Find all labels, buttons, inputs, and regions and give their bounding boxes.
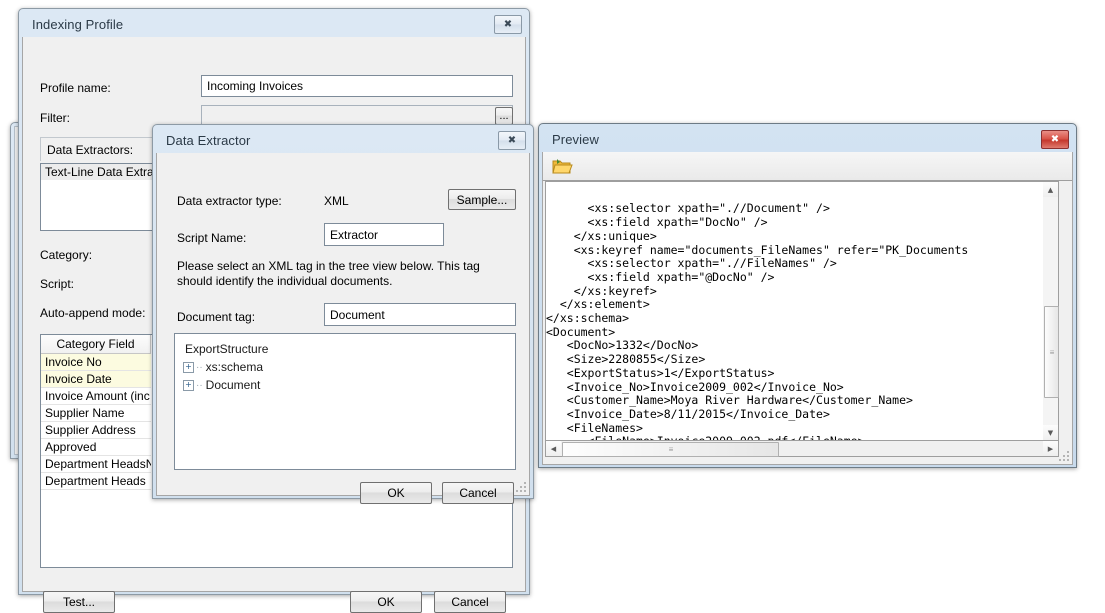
- table-row[interactable]: Invoice Date: [41, 371, 151, 388]
- xml-line: <ExportStatus>1</ExportStatus>: [546, 367, 1044, 381]
- xml-line: <Customer_Name>Moya River Hardware</Cust…: [546, 394, 1044, 408]
- indexing-profile-title: Indexing Profile: [32, 17, 123, 32]
- xml-line: <Document>: [546, 326, 1044, 340]
- profile-name-input[interactable]: Incoming Invoices: [201, 75, 513, 97]
- vertical-scrollbar[interactable]: ▲ ≡ ▼: [1043, 181, 1059, 440]
- tree-node-root[interactable]: ExportStructure: [183, 340, 515, 358]
- scroll-up-icon[interactable]: ▲: [1043, 182, 1058, 197]
- xml-line: </xs:schema>: [546, 312, 1044, 326]
- xml-line: <xs:keyref name="documents_FileNames" re…: [546, 244, 1044, 258]
- ok-button[interactable]: OK: [360, 482, 432, 504]
- scroll-down-icon[interactable]: ▼: [1043, 425, 1058, 440]
- table-row[interactable]: Supplier Address: [41, 422, 151, 439]
- xml-line: </xs:element>: [546, 298, 1044, 312]
- xml-line: </xs:unique>: [546, 230, 1044, 244]
- close-icon[interactable]: ✖: [1041, 130, 1069, 149]
- xml-line: <Invoice_Date>8/11/2015</Invoice_Date>: [546, 408, 1044, 422]
- xml-line: <FileNames>: [546, 422, 1044, 436]
- xml-line: <xs:field xpath="@DocNo" />: [546, 271, 1044, 285]
- expand-icon[interactable]: +: [183, 362, 194, 373]
- preview-client: <xs:selector xpath=".//Document" /> <xs:…: [542, 152, 1073, 465]
- test-button[interactable]: Test...: [43, 591, 115, 613]
- grid-column-header[interactable]: Category Field: [41, 335, 151, 354]
- table-row[interactable]: Approved: [41, 439, 151, 456]
- data-extractor-titlebar[interactable]: Data Extractor ✖: [156, 128, 530, 153]
- xml-line: <Size>2280855</Size>: [546, 353, 1044, 367]
- preview-title: Preview: [552, 132, 599, 147]
- resize-grip-icon[interactable]: [1058, 450, 1070, 462]
- cancel-button[interactable]: Cancel: [442, 482, 514, 504]
- preview-toolbar[interactable]: [543, 152, 1072, 181]
- horizontal-scrollbar[interactable]: ◀ ≡ ▶: [545, 440, 1059, 457]
- xml-line: </xs:keyref>: [546, 285, 1044, 299]
- table-row[interactable]: Department HeadsN: [41, 456, 151, 473]
- tree-node-label: Document: [206, 378, 261, 392]
- table-row[interactable]: Invoice Amount (inc: [41, 388, 151, 405]
- xml-line: <DocNo>1332</DocNo>: [546, 339, 1044, 353]
- data-extractors-label: Data Extractors:: [47, 143, 133, 157]
- ok-button[interactable]: OK: [350, 591, 422, 613]
- data-extractor-title: Data Extractor: [166, 133, 250, 148]
- close-icon[interactable]: ✖: [498, 131, 526, 150]
- horizontal-scroll-thumb[interactable]: ≡: [562, 442, 779, 457]
- tree-node-label: ExportStructure: [185, 342, 268, 356]
- scroll-left-icon[interactable]: ◀: [546, 441, 561, 456]
- category-label: Category:: [40, 248, 92, 262]
- data-extractor-window[interactable]: Data Extractor ✖ Data extractor type: XM…: [152, 124, 534, 499]
- document-tag-label: Document tag:: [177, 310, 255, 324]
- expand-icon[interactable]: +: [183, 380, 194, 391]
- cancel-button[interactable]: Cancel: [434, 591, 506, 613]
- data-extractor-type-label: Data extractor type:: [177, 194, 282, 208]
- script-name-input[interactable]: Extractor: [324, 223, 444, 246]
- resize-grip-icon[interactable]: [515, 481, 527, 493]
- tree-node-document[interactable]: + ·· Document: [183, 376, 515, 394]
- scroll-right-icon[interactable]: ▶: [1043, 441, 1058, 456]
- close-icon[interactable]: ✖: [494, 15, 522, 34]
- table-row[interactable]: Supplier Name: [41, 405, 151, 422]
- tree-node-xs-schema[interactable]: + ·· xs:schema: [183, 358, 515, 376]
- xml-line: <xs:selector xpath=".//FileNames" />: [546, 257, 1044, 271]
- tree-root-group: ExportStructure + ·· xs:schema + ·· Docu…: [175, 334, 515, 394]
- script-label: Script:: [40, 277, 74, 291]
- auto-append-mode-label: Auto-append mode:: [40, 306, 145, 320]
- vertical-scroll-thumb[interactable]: ≡: [1044, 306, 1059, 398]
- xml-line: <Invoice_No>Invoice2009_002</Invoice_No>: [546, 381, 1044, 395]
- filter-browse-button[interactable]: ...: [495, 107, 513, 125]
- xml-tree-view[interactable]: ExportStructure + ·· xs:schema + ·· Docu…: [174, 333, 516, 470]
- sample-button[interactable]: Sample...: [448, 189, 516, 210]
- table-row[interactable]: Invoice No: [41, 354, 151, 371]
- script-name-label: Script Name:: [177, 231, 246, 245]
- tree-node-label: xs:schema: [206, 360, 263, 374]
- profile-name-label: Profile name:: [40, 81, 111, 95]
- data-extractor-client: Data extractor type: XML Sample... Scrip…: [156, 153, 530, 496]
- indexing-profile-titlebar[interactable]: Indexing Profile ✖: [22, 12, 526, 37]
- table-row[interactable]: Department Heads: [41, 473, 151, 490]
- xml-line: <xs:selector xpath=".//Document" />: [546, 202, 1044, 216]
- tree-connector-icon: ··: [196, 362, 203, 373]
- filter-label: Filter:: [40, 111, 70, 125]
- xml-line: <xs:field xpath="DocNo" />: [546, 216, 1044, 230]
- open-folder-icon[interactable]: [551, 157, 573, 176]
- document-tag-input[interactable]: Document: [324, 303, 516, 326]
- preview-titlebar[interactable]: Preview ✖: [542, 127, 1073, 152]
- tree-connector-icon: ··: [196, 380, 203, 391]
- preview-window[interactable]: Preview ✖ <xs:selector xpath=".//Documen…: [538, 123, 1077, 468]
- data-extractor-type-value: XML: [324, 194, 349, 208]
- xml-preview-text[interactable]: <xs:selector xpath=".//Document" /> <xs:…: [545, 181, 1044, 441]
- xml-lines: <xs:selector xpath=".//Document" /> <xs:…: [546, 202, 1044, 441]
- instructions-text: Please select an XML tag in the tree vie…: [177, 259, 507, 289]
